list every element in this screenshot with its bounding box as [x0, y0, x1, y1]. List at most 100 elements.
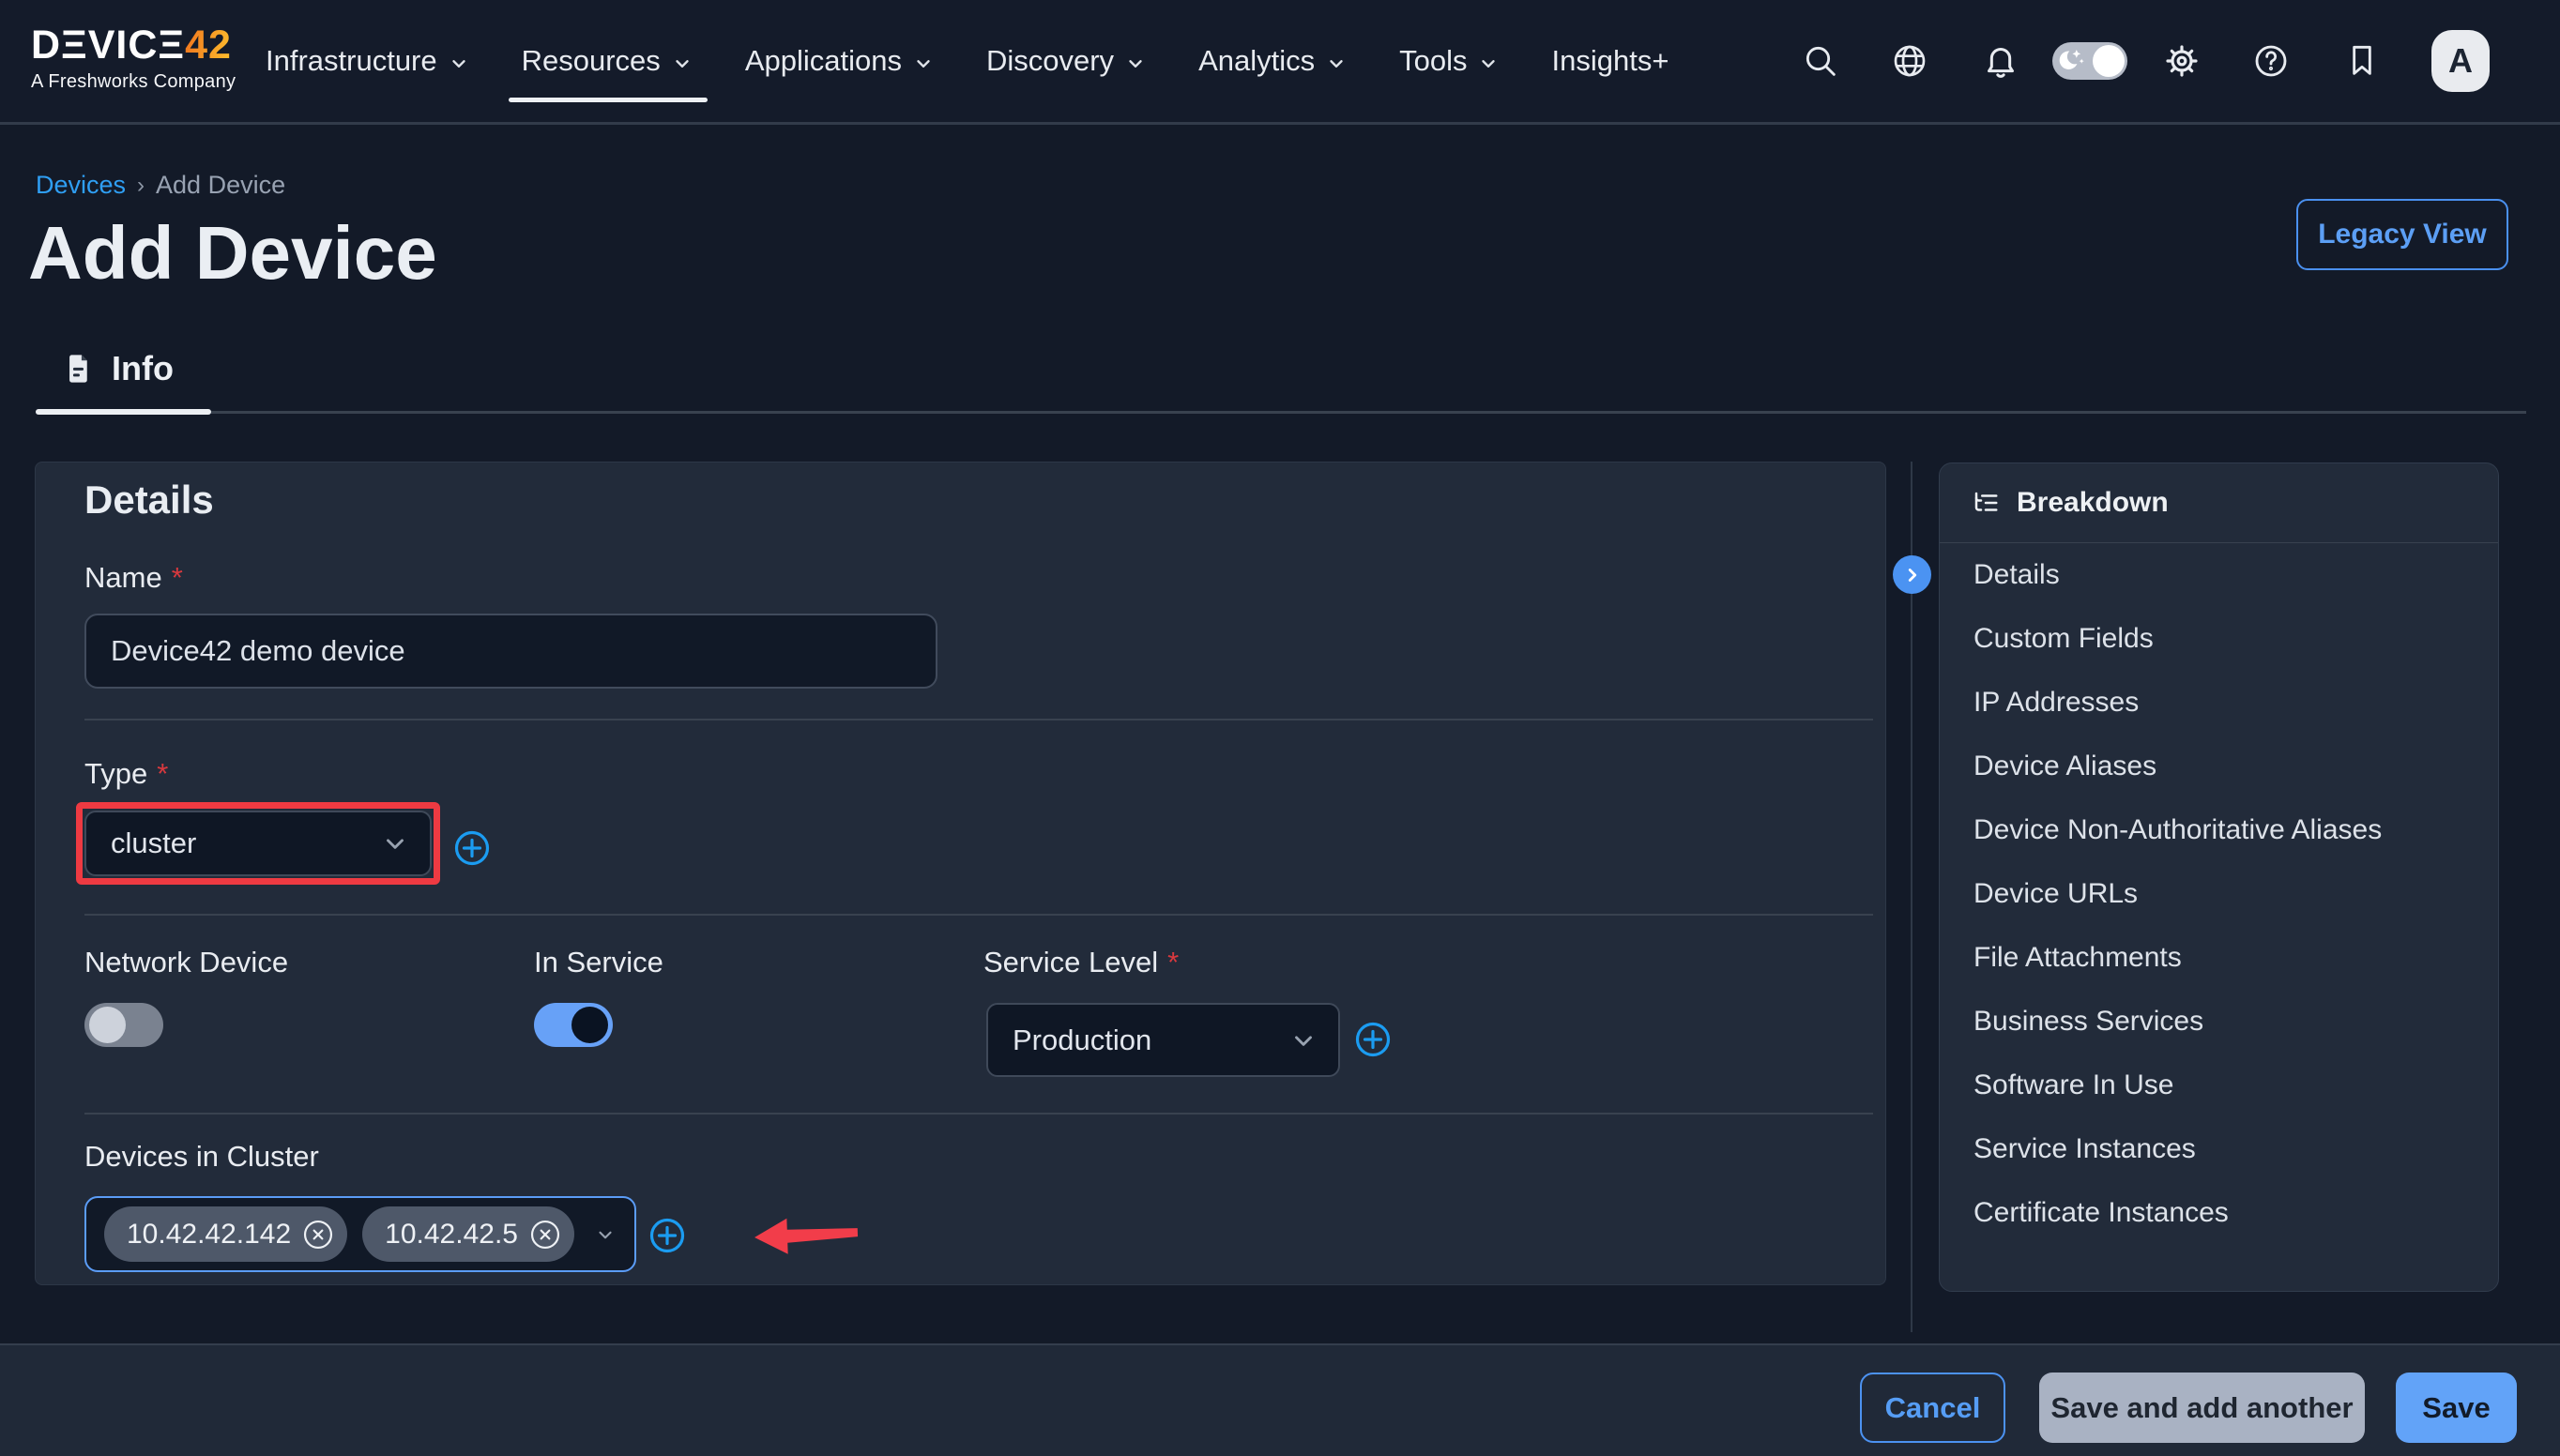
- section-title: Details: [84, 478, 214, 522]
- required-marker: *: [157, 757, 169, 790]
- settings-gear-icon[interactable]: [2163, 42, 2201, 80]
- bookmark-icon[interactable]: [2343, 42, 2381, 80]
- toggle-knob: [89, 1007, 126, 1043]
- breakdown-item-ip-addresses[interactable]: IP Addresses: [1940, 671, 2498, 735]
- tree-list-icon: [1974, 492, 1998, 511]
- collapse-sidebar-button[interactable]: [1893, 555, 1931, 594]
- devices-in-cluster-label: Devices in Cluster: [84, 1140, 319, 1173]
- in-service-label: In Service: [534, 946, 663, 978]
- legacy-view-button[interactable]: Legacy View: [2296, 199, 2508, 270]
- footer-action-bar: Cancel Save and add another Save: [0, 1343, 2560, 1456]
- chevron-down-icon: [917, 59, 930, 68]
- main-menu: Infrastructure Resources Applications Di…: [266, 0, 1669, 122]
- breakdown-header: Breakdown: [1940, 463, 2498, 543]
- breakdown-item-details[interactable]: Details: [1940, 543, 2498, 607]
- menu-analytics[interactable]: Analytics: [1198, 44, 1347, 78]
- page-title: Add Device: [28, 211, 437, 295]
- add-cluster-device-button[interactable]: [647, 1215, 688, 1256]
- breadcrumb: Devices › Add Device: [36, 171, 285, 200]
- details-panel: Details Name * Device42 demo device Type *…: [35, 462, 1886, 1285]
- theme-toggle[interactable]: [2052, 42, 2127, 80]
- type-label: Type *: [84, 757, 169, 790]
- tab-info-label: Info: [112, 349, 174, 387]
- chevron-down-icon: [1295, 1035, 1312, 1046]
- breakdown-title: Breakdown: [2017, 487, 2169, 518]
- chevron-right-icon: [1908, 568, 1916, 582]
- service-level-value: Production: [1013, 1023, 1152, 1056]
- help-icon[interactable]: [2252, 42, 2290, 80]
- chevron-down-icon: [676, 59, 689, 68]
- notifications-bell-icon[interactable]: [1982, 42, 2019, 80]
- menu-applications[interactable]: Applications: [745, 44, 934, 78]
- save-button[interactable]: Save: [2396, 1373, 2517, 1443]
- tabs-divider-line: [36, 411, 2526, 414]
- top-navigation-bar: DΞVICΞ42 A Freshworks Company Infrastruc…: [0, 0, 2560, 125]
- logo-42-text: 42: [185, 23, 232, 68]
- theme-toggle-knob: [2093, 45, 2125, 77]
- divider: [84, 914, 1873, 916]
- breakdown-item-software-in-use[interactable]: Software In Use: [1940, 1054, 2498, 1117]
- in-service-toggle[interactable]: [534, 1003, 613, 1047]
- menu-discovery[interactable]: Discovery: [986, 44, 1146, 78]
- required-marker: *: [1167, 946, 1180, 978]
- name-input[interactable]: Device42 demo device: [84, 614, 937, 689]
- breakdown-item-business-services[interactable]: Business Services: [1940, 990, 2498, 1054]
- cluster-device-chip: 10.42.42.5: [362, 1206, 574, 1262]
- breakdown-item-service-instances[interactable]: Service Instances: [1940, 1117, 2498, 1181]
- divider: [84, 1113, 1873, 1115]
- breakdown-item-file-attachments[interactable]: File Attachments: [1940, 926, 2498, 990]
- chip-value: 10.42.42.5: [385, 1218, 518, 1250]
- breakdown-item-custom-fields[interactable]: Custom Fields: [1940, 607, 2498, 671]
- menu-resources[interactable]: Resources: [508, 44, 709, 102]
- chevron-down-icon: [387, 839, 404, 849]
- logo-device-text: DΞVICΞ: [31, 23, 186, 68]
- chevron-down-icon: [1330, 59, 1343, 68]
- menu-insights[interactable]: Insights+: [1551, 44, 1669, 78]
- search-icon[interactable]: [1802, 42, 1839, 80]
- toggle-knob: [571, 1007, 608, 1043]
- type-select-value: cluster: [111, 827, 197, 859]
- moon-icon: [2059, 50, 2084, 69]
- network-device-label: Network Device: [84, 946, 289, 978]
- chip-value: 10.42.42.142: [127, 1218, 292, 1250]
- breadcrumb-separator: ›: [137, 172, 145, 198]
- service-level-select[interactable]: Production: [986, 1003, 1340, 1077]
- breakdown-item-device-urls[interactable]: Device URLs: [1940, 862, 2498, 926]
- breadcrumb-current: Add Device: [156, 171, 286, 199]
- breakdown-sidebar: Breakdown Details Custom Fields IP Addre…: [1939, 463, 2499, 1292]
- chevron-down-icon: [451, 59, 465, 68]
- chevron-down-icon: [599, 1231, 612, 1238]
- devices-in-cluster-select[interactable]: 10.42.42.142 10.42.42.5: [84, 1196, 636, 1272]
- document-icon: [69, 355, 87, 383]
- network-device-toggle[interactable]: [84, 1003, 163, 1047]
- breakdown-item-device-aliases[interactable]: Device Aliases: [1940, 735, 2498, 798]
- breakdown-item-certificate-instances[interactable]: Certificate Instances: [1940, 1181, 2498, 1245]
- logo-wordmark: DΞVICΞ42: [31, 23, 236, 67]
- breakdown-item-device-non-authoritative-aliases[interactable]: Device Non-Authoritative Aliases: [1940, 798, 2498, 862]
- add-type-button[interactable]: [451, 827, 493, 869]
- tab-active-underline: [36, 409, 211, 415]
- name-input-value: Device42 demo device: [111, 634, 405, 667]
- name-label: Name *: [84, 561, 183, 594]
- menu-tools[interactable]: Tools: [1399, 44, 1499, 78]
- cancel-button[interactable]: Cancel: [1860, 1373, 2005, 1443]
- breadcrumb-devices-link[interactable]: Devices: [36, 171, 126, 200]
- required-marker: *: [171, 561, 183, 594]
- device42-logo[interactable]: DΞVICΞ42 A Freshworks Company: [31, 23, 236, 93]
- remove-chip-icon[interactable]: [529, 1219, 561, 1251]
- service-level-label: Service Level *: [983, 946, 1180, 978]
- red-arrow-annotation: [754, 1218, 859, 1254]
- menu-infrastructure[interactable]: Infrastructure: [266, 44, 469, 78]
- remove-chip-icon[interactable]: [302, 1219, 334, 1251]
- divider: [84, 719, 1873, 720]
- tab-info[interactable]: Info: [66, 349, 174, 388]
- cluster-device-chip: 10.42.42.142: [104, 1206, 348, 1262]
- user-avatar[interactable]: A: [2431, 30, 2490, 92]
- chevron-down-icon: [1129, 59, 1142, 68]
- save-and-add-another-button[interactable]: Save and add another: [2039, 1373, 2365, 1443]
- type-select[interactable]: cluster: [84, 811, 432, 876]
- globe-icon[interactable]: [1891, 42, 1928, 80]
- chevron-down-icon: [1482, 59, 1496, 68]
- logo-tagline: A Freshworks Company: [31, 71, 236, 92]
- add-service-level-button[interactable]: [1352, 1019, 1394, 1060]
